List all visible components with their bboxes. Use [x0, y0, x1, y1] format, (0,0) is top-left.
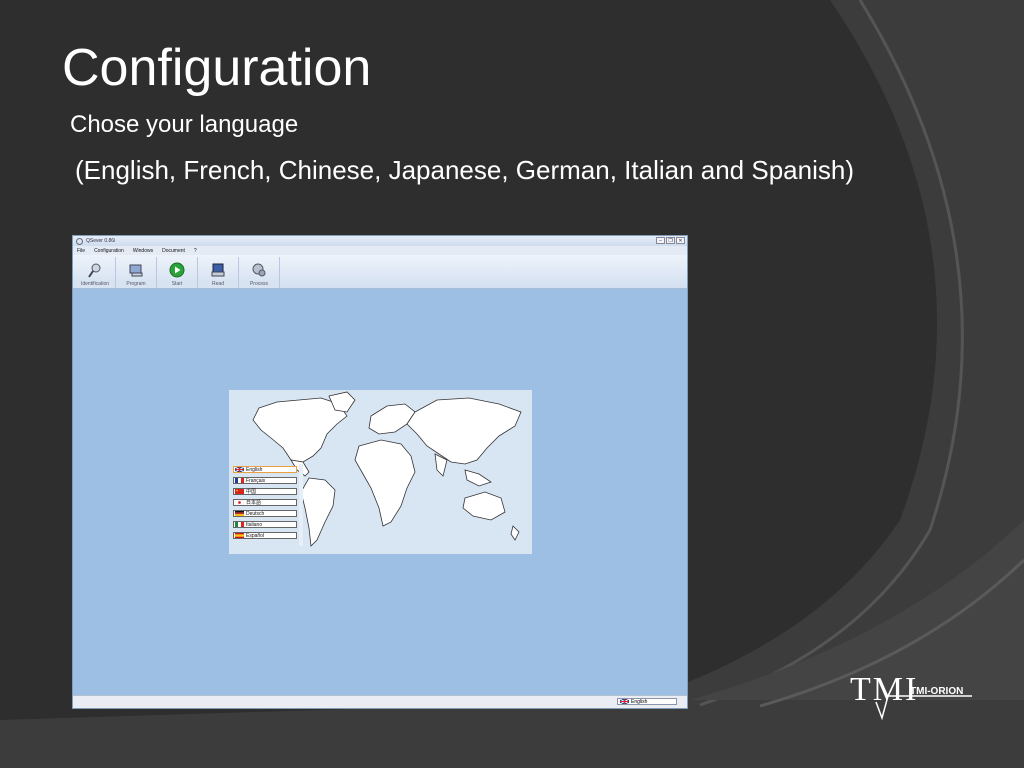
menu-windows[interactable]: Windows	[133, 248, 153, 254]
identification-icon	[88, 263, 101, 278]
menu-help[interactable]: ?	[194, 248, 197, 254]
flag-japan-icon	[235, 500, 244, 505]
language-label-italian: Italiano	[246, 521, 263, 528]
language-label-japanese: 日本語	[246, 500, 262, 506]
program-icon	[129, 264, 143, 277]
flag-uk-icon	[235, 467, 244, 472]
window-title: QSever 0.86i	[86, 238, 116, 244]
flag-spain-icon	[235, 533, 244, 538]
language-label-english: English	[246, 466, 263, 473]
language-item-chinese[interactable]: 中国	[233, 488, 297, 495]
window-titlebar: QSever 0.86i – ❐ ✕	[73, 236, 687, 246]
read-label: Read	[198, 280, 238, 288]
language-label-german: Deutsch	[246, 510, 265, 517]
start-button[interactable]: Start	[157, 257, 198, 288]
read-button[interactable]: Read	[198, 257, 239, 288]
language-label-chinese: 中国	[246, 489, 257, 495]
status-bar: English	[73, 695, 687, 708]
start-label: Start	[157, 280, 197, 288]
language-label-french: Français	[246, 477, 266, 484]
flag-uk-icon	[620, 699, 629, 704]
flag-china-icon	[235, 489, 244, 494]
language-list: English Français 中国 日本語 Deutsch Italiano	[231, 464, 303, 546]
languages-description: (English, French, Chinese, Japanese, Ger…	[75, 155, 854, 185]
program-button[interactable]: Program	[116, 257, 157, 288]
start-icon	[169, 262, 185, 278]
menu-bar: File Configuration Windows Document ?	[73, 246, 687, 255]
status-language-label: English	[631, 698, 648, 705]
flag-france-icon	[235, 478, 244, 483]
language-item-spanish[interactable]: Español	[233, 532, 297, 539]
slide-title: Configuration	[62, 39, 372, 97]
menu-document[interactable]: Document	[162, 248, 185, 254]
language-label-spanish: Español	[246, 532, 265, 539]
language-item-japanese[interactable]: 日本語	[233, 499, 297, 506]
flag-germany-icon	[235, 511, 244, 516]
application-window: QSever 0.86i – ❐ ✕ File Configuration Wi…	[72, 235, 688, 709]
svg-text:TMI-ORION: TMI-ORION	[910, 686, 963, 697]
language-item-french[interactable]: Français	[233, 477, 297, 484]
flag-italy-icon	[235, 522, 244, 527]
process-icon	[252, 263, 266, 277]
tmi-orion-logo: TMI TMI-ORION	[850, 671, 972, 721]
language-map-dialog: English Français 中国 日本語 Deutsch Italiano	[229, 390, 532, 554]
toolbar: Identification Program Start Read Proces…	[73, 255, 687, 289]
process-label: Process	[239, 280, 279, 288]
identification-button[interactable]: Identification	[75, 257, 116, 288]
program-label: Program	[116, 280, 156, 288]
language-list-scrollbar[interactable]	[299, 464, 303, 546]
language-item-italian[interactable]: Italiano	[233, 521, 297, 528]
language-item-german[interactable]: Deutsch	[233, 510, 297, 517]
svg-text:TMI: TMI	[850, 671, 918, 708]
language-item-english[interactable]: English	[233, 466, 297, 473]
menu-file[interactable]: File	[77, 248, 85, 254]
status-language-selector[interactable]: English	[617, 698, 677, 705]
app-icon	[76, 237, 83, 245]
menu-configuration[interactable]: Configuration	[94, 248, 124, 254]
read-icon	[211, 263, 225, 277]
process-button[interactable]: Process	[239, 257, 280, 288]
identification-label: Identification	[75, 280, 115, 288]
close-button[interactable]: ✕	[676, 237, 685, 244]
restore-button[interactable]: ❐	[666, 237, 675, 244]
slide-subtitle: Chose your language	[70, 111, 299, 138]
minimize-button[interactable]: –	[656, 237, 665, 244]
